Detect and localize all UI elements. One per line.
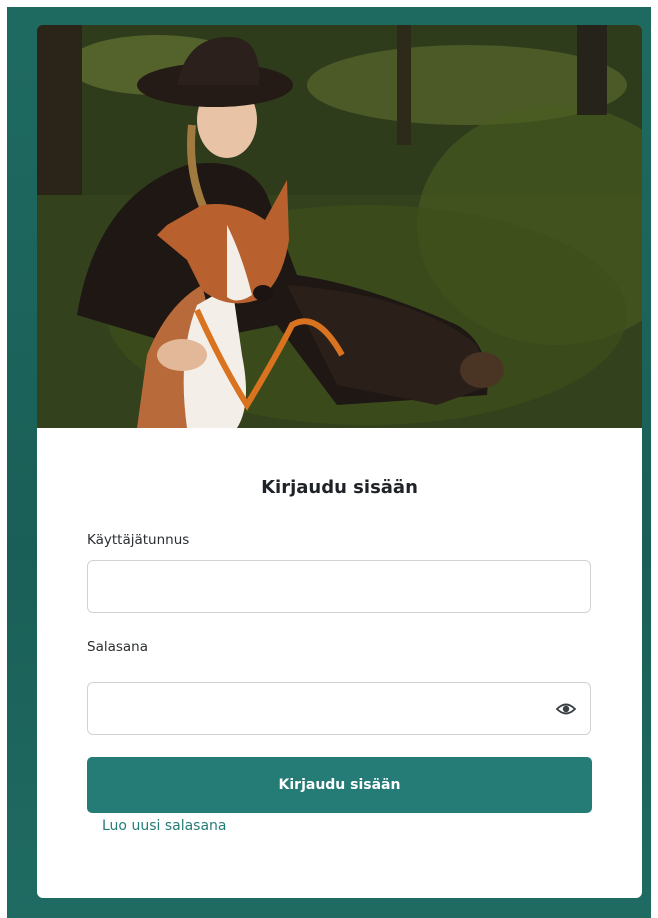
eye-icon[interactable] — [556, 701, 576, 717]
login-card: Kirjaudu sisään Käyttäjätunnus Salasana … — [37, 25, 642, 898]
username-label: Käyttäjätunnus — [87, 532, 190, 548]
password-label: Salasana — [87, 639, 149, 655]
page-title: Kirjaudu sisään — [261, 477, 418, 498]
login-button[interactable]: Kirjaudu sisään — [87, 757, 592, 813]
hero-photo — [37, 25, 642, 428]
username-field[interactable] — [87, 560, 591, 613]
create-new-password-link[interactable]: Luo uusi salasana — [102, 818, 227, 834]
password-field[interactable] — [87, 682, 591, 735]
